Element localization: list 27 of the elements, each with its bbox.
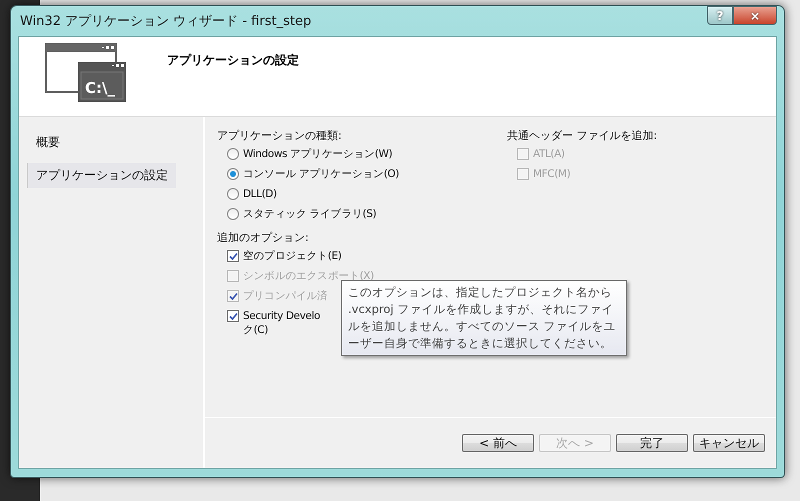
radio-label: コンソール アプリケーション(O) <box>243 167 399 181</box>
checkbox[interactable] <box>227 310 239 322</box>
window-title: Win32 アプリケーション ウィザード - first_step <box>19 13 312 30</box>
radio-label: スタティック ライブラリ(S) <box>243 207 376 221</box>
tooltip: このオプションは、指定したプロジェクト名から .vcxproj ファイルを作成しますが、それにファイルを追加しません。すべてのソース ファイルをユーザー自身で準備するときに選択してください。 <box>341 280 627 356</box>
checkbox-label: シンボルのエクスポート(X) <box>243 269 374 283</box>
radio-label: DLL(D) <box>243 187 277 201</box>
checkbox-label: Security Develo ク(C) <box>243 309 320 337</box>
checkbox-label: MFC(M) <box>533 167 570 181</box>
radio-button[interactable] <box>227 148 239 160</box>
group-label: 共通ヘッダー ファイルを追加: <box>507 128 658 143</box>
checkbox-label: プリコンパイル済 <box>243 289 328 303</box>
checkbox-label: 空のプロジェクト(E) <box>243 249 342 263</box>
checkbox-label: ATL(A) <box>533 147 565 161</box>
sidebar-item[interactable]: 概要 <box>27 130 68 155</box>
sidebar-item[interactable]: アプリケーションの設定 <box>27 163 176 188</box>
group-label: アプリケーションの種類: <box>217 128 343 143</box>
checkbox[interactable] <box>227 250 239 262</box>
radio-button[interactable] <box>227 208 239 220</box>
radio-label: Windows アプリケーション(W) <box>243 147 392 161</box>
wizard-button[interactable]: < 前へ <box>462 434 534 452</box>
radio-button[interactable] <box>227 168 239 180</box>
page-title: アプリケーションの設定 <box>167 52 299 69</box>
wizard-button[interactable]: 完了 <box>616 434 688 452</box>
group-label: 追加のオプション: <box>217 230 310 245</box>
wizard-button[interactable]: キャンセル <box>693 434 765 452</box>
radio-button[interactable] <box>227 188 239 200</box>
